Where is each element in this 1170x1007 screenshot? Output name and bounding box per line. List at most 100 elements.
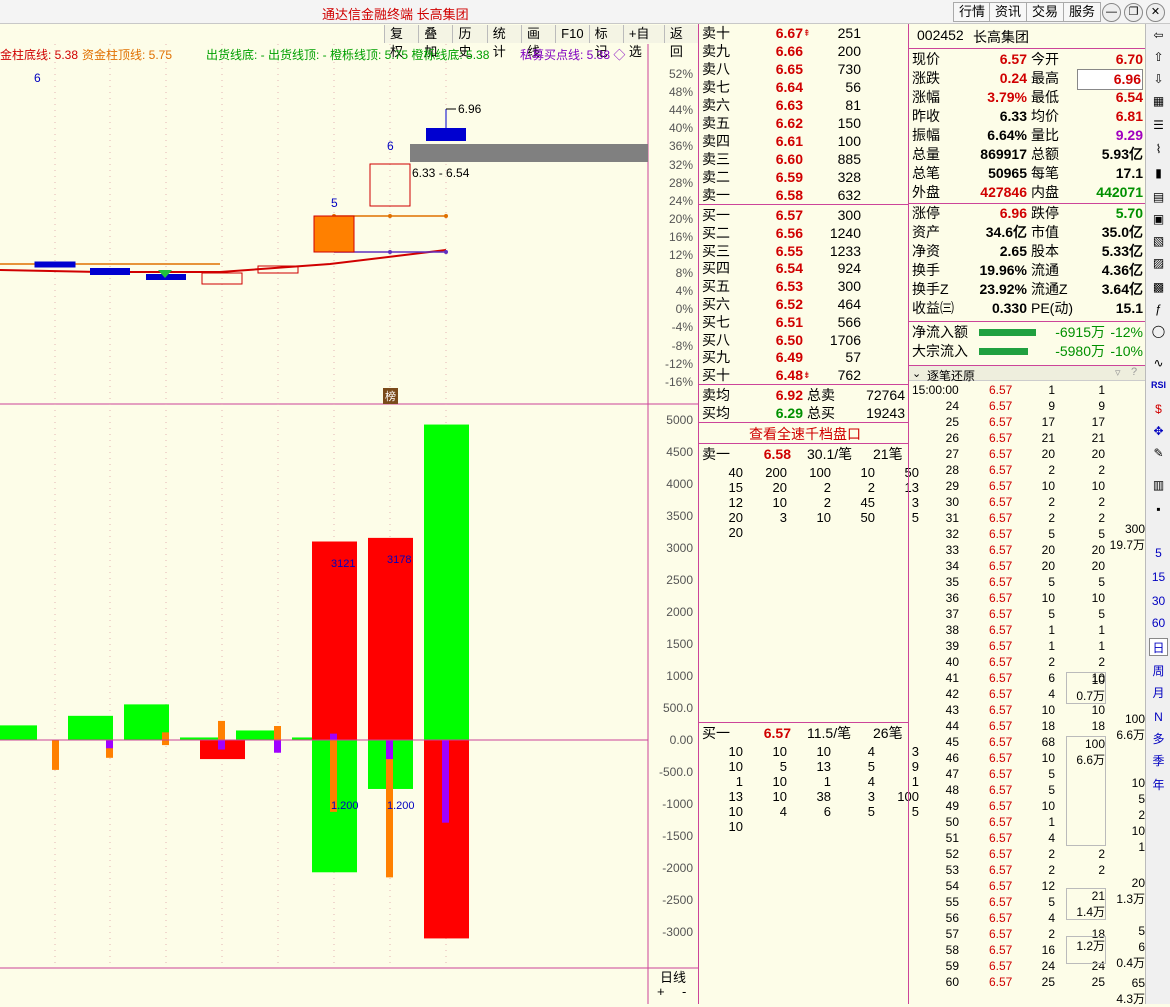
rank-badge[interactable]: 榜 <box>383 388 398 404</box>
period-week[interactable]: 周 <box>1149 662 1168 680</box>
chart-area[interactable]: 复权 叠加 历史 统计 画线 F10 标记 +自选 返回 金柱底线: 5.38 … <box>0 24 699 1004</box>
book-volume: 300 <box>837 278 861 295</box>
table-icon[interactable]: ▤ <box>1149 188 1168 206</box>
book-price: 6.55 <box>775 242 803 259</box>
tick-row: 15:00:00 6.57 1 1 <box>909 382 1146 398</box>
flow-label: 大宗流入 <box>912 343 968 359</box>
period-icon[interactable]: ▪ <box>1149 500 1168 518</box>
stock-name: 长高集团 <box>973 29 1029 45</box>
close-icon[interactable]: ✕ <box>1146 3 1165 22</box>
tick-vol: 5 <box>1048 895 1055 909</box>
fx-icon[interactable]: ƒ <box>1149 300 1168 318</box>
btn-fanhui[interactable]: 返回 <box>663 25 699 59</box>
btn-zixuan[interactable]: +自选 <box>622 25 664 59</box>
tick-vol: 1 <box>1048 623 1055 637</box>
menu-hangqing[interactable]: 行情 <box>953 2 992 22</box>
dollar-icon[interactable]: $ <box>1149 400 1168 418</box>
tick-row: 42 6.57 4 <box>909 686 1146 702</box>
restore-icon[interactable]: ❐ <box>1124 3 1143 22</box>
arrow-left-icon[interactable]: ⇦ <box>1149 26 1168 44</box>
candle-icon[interactable]: ▮ <box>1149 164 1168 182</box>
period-year[interactable]: 年 <box>1149 776 1168 794</box>
book-icon[interactable]: ▨ <box>1149 254 1168 272</box>
period-season[interactable]: 季 <box>1149 752 1168 770</box>
menu-fuwu[interactable]: 服务 <box>1063 2 1102 22</box>
book-price: 6.62 <box>775 115 803 131</box>
line-chart-icon[interactable]: ⌇ <box>1149 140 1168 158</box>
period-multi[interactable]: 多 <box>1149 730 1168 748</box>
tick-count: 2 <box>1098 863 1105 877</box>
info-label: 跌停 <box>1031 205 1059 221</box>
btn-f10[interactable]: F10 <box>555 25 589 43</box>
fs-icon[interactable]: ▥ <box>1149 476 1168 494</box>
tick-price: 6.57 <box>989 431 1013 445</box>
arrow-down-icon[interactable]: ⇩ <box>1149 70 1168 88</box>
vol-label-3: 1.200 <box>331 800 359 812</box>
btn-tongji[interactable]: 统计 <box>486 25 521 59</box>
chevron-down-icon[interactable]: ⌄ <box>912 367 921 380</box>
fiz-icon[interactable]: ▩ <box>1149 278 1168 296</box>
volume-axis-tick: 3000 <box>666 541 693 555</box>
pen-icon[interactable]: ✎ <box>1149 444 1168 462</box>
rsi-button[interactable]: RSI <box>1149 376 1168 394</box>
list-icon[interactable]: ☰ <box>1149 116 1168 134</box>
grid-icon[interactable]: ▦ <box>1149 92 1168 110</box>
period-30[interactable]: 30 <box>1149 592 1168 610</box>
info-label: PE(动) <box>1031 300 1073 316</box>
queue-cell: 2 <box>823 495 831 510</box>
book-row: 卖八 6.65 730 <box>699 60 909 78</box>
volume-bar-red <box>312 541 357 740</box>
tick-row: 46 6.57 10 <box>909 750 1146 766</box>
price-axis-tick: 24% <box>668 193 693 208</box>
info-value: 6.96 <box>999 205 1027 221</box>
period-day[interactable]: 日 <box>1149 638 1168 656</box>
menu-jiaoyi[interactable]: 交易 <box>1026 2 1065 22</box>
btn-lishi[interactable]: 历史 <box>452 25 487 59</box>
candle-6 <box>313 215 355 253</box>
book-level-name: 卖二 <box>702 169 730 185</box>
period-15[interactable]: 15 <box>1149 568 1168 586</box>
info-value: 6.57 <box>999 51 1027 67</box>
filter-icon[interactable]: ▿ <box>1115 366 1121 379</box>
tick-block-b: 0.7万 <box>1076 689 1105 703</box>
queue-cell: 20 <box>728 525 743 540</box>
help-icon[interactable]: ? <box>1131 366 1137 378</box>
doc-icon[interactable]: ▧ <box>1149 232 1168 250</box>
tick-time: 53 <box>945 863 959 877</box>
wave-icon[interactable]: ∿ <box>1149 354 1168 372</box>
btn-huaxian[interactable]: 画线 <box>520 25 556 59</box>
book-price: 6.65 <box>775 61 803 77</box>
menu-zixun[interactable]: 资讯 <box>989 2 1028 22</box>
volume-bar-thin <box>218 740 225 750</box>
queue-cell: 15 <box>728 480 743 495</box>
tick-vol: 2 <box>1048 847 1055 861</box>
zoom-out-button[interactable]: - <box>682 984 686 999</box>
btn-diejia[interactable]: 叠加 <box>418 25 453 59</box>
btn-fuquan[interactable]: 复权 <box>384 25 419 59</box>
tick-count: 10 <box>1091 703 1105 717</box>
chart-toolbar: 复权 叠加 历史 统计 画线 F10 标记 +自选 返回 <box>384 25 699 59</box>
arrow-up-icon[interactable]: ⇧ <box>1149 48 1168 66</box>
depth-button[interactable]: 查看全速千档盘口 <box>749 424 861 444</box>
queue-cell: 38 <box>816 789 831 804</box>
flow-row: 净流入额 -6915万 -12% <box>909 323 1146 342</box>
tick-price: 6.57 <box>989 783 1013 797</box>
period-60[interactable]: 60 <box>1149 614 1168 632</box>
queue-cell: 45 <box>860 495 875 510</box>
queue-cell: 10 <box>816 744 831 759</box>
fin-icon[interactable]: ▣ <box>1149 210 1168 228</box>
period-n[interactable]: N <box>1149 708 1168 726</box>
zoom-in-button[interactable]: + <box>657 984 665 999</box>
tick-vol: 20 <box>1041 543 1055 557</box>
period-5[interactable]: 5 <box>1149 544 1168 562</box>
circle-icon[interactable]: ◯ <box>1149 322 1168 340</box>
btn-biaoji[interactable]: 标记 <box>588 25 623 59</box>
move-icon[interactable]: ✥ <box>1149 422 1168 440</box>
price-axis-tick: 0% <box>675 302 693 317</box>
tick-row: 26 6.57 21 21 <box>909 430 1146 446</box>
volume-bar-green <box>68 715 113 740</box>
period-month[interactable]: 月 <box>1149 684 1168 702</box>
minimize-icon[interactable]: — <box>1102 3 1121 22</box>
tick-price: 6.57 <box>989 639 1013 653</box>
book-price: 6.61 <box>775 133 803 149</box>
